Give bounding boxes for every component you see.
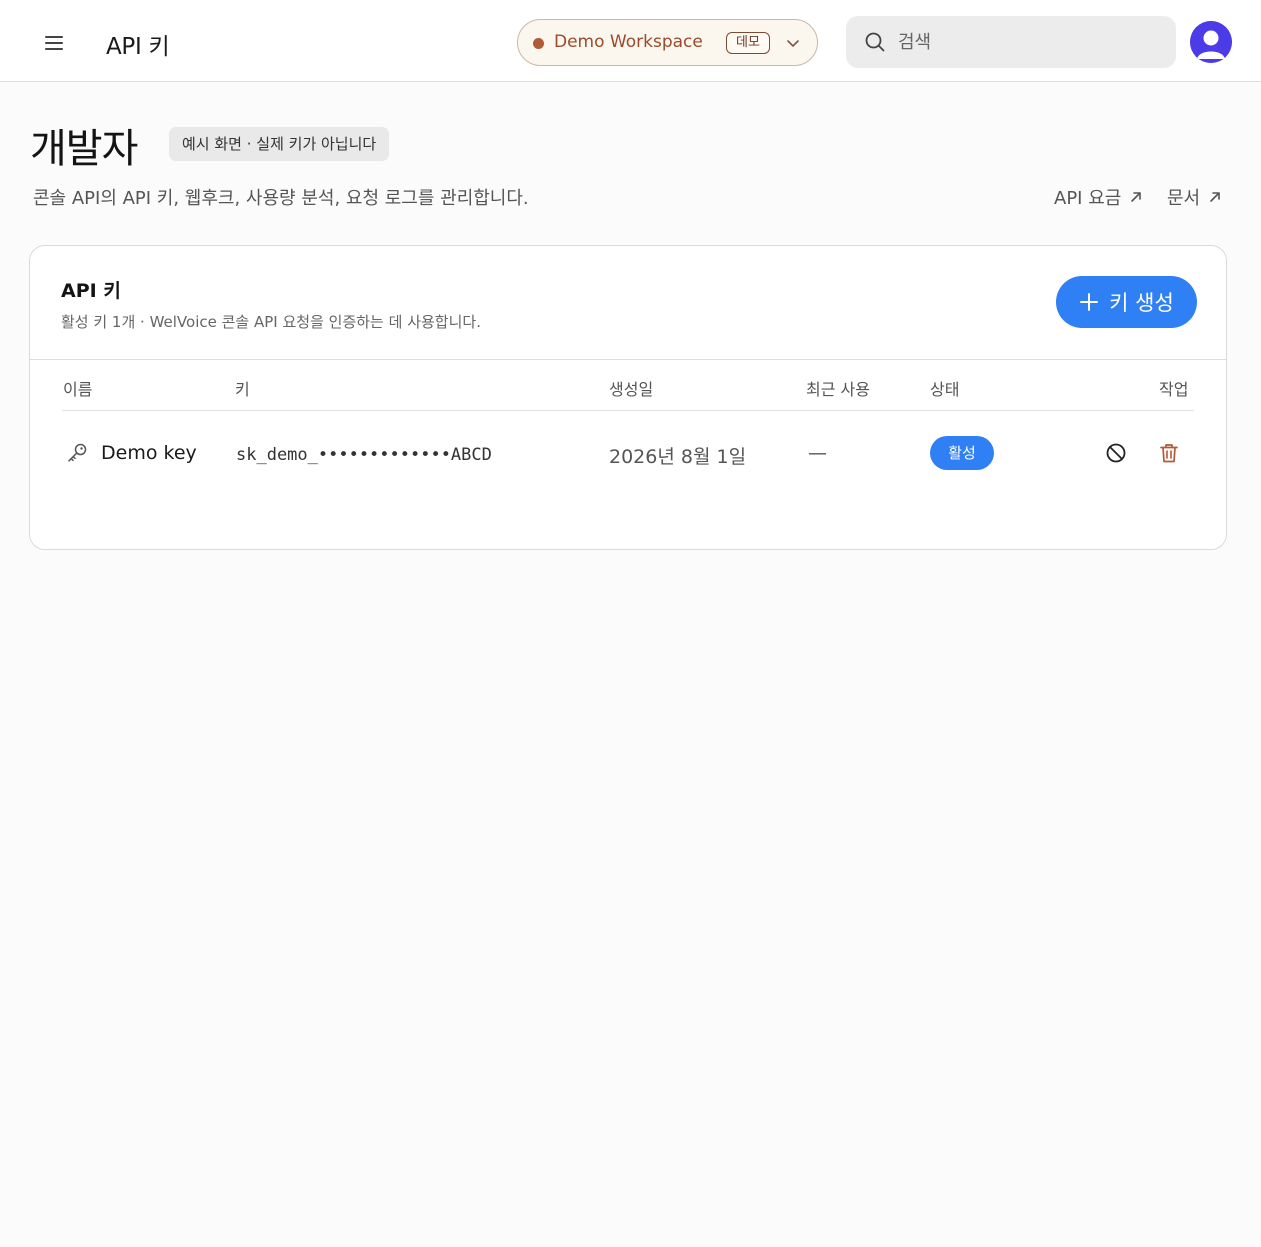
table-header-divider (62, 410, 1194, 411)
column-header-actions: 작업 (1159, 380, 1189, 399)
key-name-cell: Demo key (101, 442, 197, 464)
status-badge: 활성 (930, 436, 994, 470)
avatar[interactable] (1190, 21, 1232, 63)
plus-icon (1080, 293, 1099, 311)
demo-notice-badge: 예시 화면 · 실제 키가 아닙니다 (169, 127, 390, 161)
column-header-key: 키 (235, 380, 250, 399)
page-description: 콘솔 API의 API 키, 웹후크, 사용량 분석, 요청 로그를 관리합니다… (33, 188, 529, 209)
external-link-icon (1210, 192, 1220, 202)
workspace-status-dot (533, 38, 544, 49)
hamburger-menu-icon[interactable] (40, 29, 68, 55)
card-title: API 키 (61, 280, 121, 302)
column-header-last-used: 최근 사용 (806, 380, 870, 399)
create-key-label: 키 생성 (1109, 291, 1174, 315)
api-pricing-link[interactable]: API 요금 (1054, 184, 1143, 210)
page-title: 개발자 (30, 126, 138, 172)
external-link-icon (1131, 192, 1142, 202)
key-value-cell: sk_demo_•••••••••••••ABCD (236, 445, 492, 465)
key-icon (68, 443, 87, 462)
column-header-status: 상태 (930, 380, 960, 399)
revoke-icon[interactable] (1104, 441, 1128, 465)
workspace-selector[interactable]: Demo Workspace 데모 (517, 19, 818, 66)
docs-link-label: 문서 (1167, 188, 1201, 209)
last-used-cell: — (808, 442, 827, 464)
search-icon (865, 32, 885, 52)
card-divider (30, 359, 1226, 360)
workspace-name: Demo Workspace (554, 32, 703, 52)
search-box[interactable] (846, 16, 1176, 68)
created-date-cell: 2026년 8월 1일 (609, 446, 747, 468)
column-header-created: 생성일 (609, 380, 654, 399)
trash-icon[interactable] (1157, 441, 1181, 465)
user-avatar-icon (1190, 21, 1232, 63)
chevron-down-icon (787, 40, 799, 47)
column-header-name: 이름 (63, 380, 93, 399)
docs-link[interactable]: 문서 (1167, 184, 1222, 210)
workspace-demo-badge: 데모 (726, 32, 770, 54)
top-bar: API 키 Demo Workspace 데모 (0, 0, 1261, 82)
create-key-button[interactable]: 키 생성 (1056, 276, 1197, 328)
api-pricing-link-label: API 요금 (1054, 188, 1122, 209)
search-input[interactable] (898, 26, 1158, 58)
header-title: API 키 (106, 34, 170, 60)
api-keys-card: API 키 활성 키 1개 · WelVoice 콘솔 API 요청을 인증하는… (29, 245, 1227, 550)
card-subtitle: 활성 키 1개 · WelVoice 콘솔 API 요청을 인증하는 데 사용합… (61, 313, 481, 331)
